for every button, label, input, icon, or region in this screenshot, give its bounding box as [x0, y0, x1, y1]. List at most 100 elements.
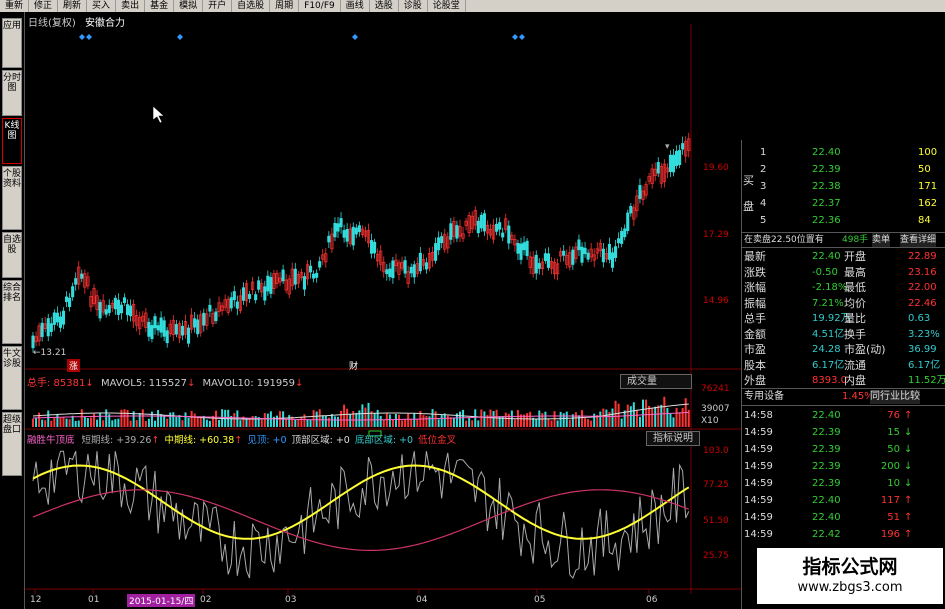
tab-apps[interactable]: 应用 [2, 18, 22, 68]
volume-bar [379, 415, 382, 427]
volume-bar [163, 415, 166, 427]
tab-ranking[interactable]: 综合排名 [2, 280, 22, 344]
view-detail-button[interactable]: 查看详细 [900, 233, 937, 247]
tab-kline[interactable]: K线图 [2, 118, 22, 164]
volume-bar [437, 419, 440, 427]
candle-body [52, 312, 56, 325]
volume-bar [413, 413, 416, 427]
chart-canvas[interactable] [25, 24, 741, 594]
candle-body [214, 311, 218, 322]
tab-peer-compare[interactable]: 同行业比较 [870, 390, 920, 404]
volume-bar [547, 418, 550, 427]
tab-watchlist[interactable]: 自选股 [2, 232, 22, 278]
volume-bar [669, 413, 672, 427]
tab-diagnosis[interactable]: 牛文诊股 [2, 346, 22, 410]
tag-zhang[interactable]: 涨 [67, 359, 81, 372]
volume-bar [309, 419, 312, 427]
volume-button[interactable]: 成交量 [620, 374, 692, 389]
menu-item[interactable]: 自选股 [232, 0, 271, 12]
volume-bar [364, 407, 367, 427]
stats-row: 最新 22.40 开盘 22.89 [742, 250, 945, 264]
order-status-vol: 498手 [842, 235, 869, 245]
volume-bar [416, 419, 419, 427]
volume-bar [577, 415, 580, 427]
volume-bar [358, 410, 361, 427]
order-level: 5 [760, 215, 767, 226]
tab-stock-info[interactable]: 个股资料 [2, 166, 22, 230]
candle-body [681, 143, 685, 150]
volume-bar [651, 407, 654, 427]
volume-bar [422, 415, 425, 427]
volume-bar [562, 413, 565, 427]
menu-item[interactable]: 周期 [270, 0, 300, 12]
volume-bar [233, 413, 236, 427]
indicator-help-button[interactable]: 指标说明 [646, 431, 700, 446]
menu-item[interactable]: 选股 [370, 0, 399, 12]
order-book-row[interactable]: 1 22.40 100 [742, 146, 945, 160]
stat-value: 6.17亿 [812, 359, 845, 371]
stats-row: 涨幅 -2.18% 最低 22.00 [742, 281, 945, 295]
indicator-name[interactable]: 融胜牛顶底 [27, 435, 75, 446]
watermark: 指标公式网 www.zbgs3.com [757, 548, 943, 604]
menu-bar: 重新 修正 刷新 买入 卖出 基金 模拟 开户 自选股 周期 F10/F9 画线 选股 诊股 论股堂 [0, 0, 945, 12]
tick-volume: 10 [887, 478, 900, 489]
volume-bar [333, 416, 336, 427]
volume-bar [556, 420, 559, 427]
candle-body [318, 261, 322, 268]
volume-bar [672, 417, 675, 427]
stats-row: 股本 6.17亿 流通 6.17亿 [742, 359, 945, 373]
indicator-tick: 103.0 [703, 446, 729, 456]
candle-body [562, 250, 566, 256]
watermark-url: www.zbgs3.com [797, 580, 903, 595]
tick-price: 22.39 [812, 444, 841, 455]
menu-item[interactable]: 修正 [29, 0, 59, 12]
candle-body [107, 305, 111, 313]
volume-bar [645, 399, 648, 427]
stat-value: 22.46 [908, 297, 937, 309]
indicator-top-zone: 顶部区域: +0 [291, 435, 350, 446]
stats-row: 市盈 24.28 市盈(动) 36.99 [742, 343, 945, 357]
volume-bar [285, 419, 288, 427]
volume-bar [568, 419, 571, 427]
volume-bar [35, 417, 38, 427]
menu-item[interactable]: 模拟 [174, 0, 204, 12]
tab-intraday[interactable]: 分时图 [2, 70, 22, 116]
menu-item[interactable]: 买入 [87, 0, 117, 12]
tab-industry[interactable]: 专用设备 [744, 390, 784, 404]
menu-item[interactable]: 开户 [203, 0, 233, 12]
menu-item[interactable]: 诊股 [399, 0, 428, 12]
stat-value: -0.50 [812, 266, 838, 278]
tick-price: 22.40 [812, 410, 841, 421]
sell-order-button[interactable]: 卖单 [872, 233, 891, 247]
volume-bar [581, 410, 583, 427]
menu-item[interactable]: 画线 [341, 0, 370, 12]
order-book-row[interactable]: 4 22.37 162 [742, 197, 945, 211]
arrow-up-icon: ↑ [904, 410, 913, 421]
candle-body [525, 240, 529, 257]
menu-item[interactable]: 重新 [0, 0, 30, 12]
stats-row: 总手 19.92万 量比 0.63 [742, 312, 945, 326]
order-book-row[interactable]: 5 22.36 84 [742, 214, 945, 228]
tab-super-board[interactable]: 超级盘口 [2, 412, 22, 476]
tick-time: 14:59 [744, 444, 773, 455]
candle-body [403, 260, 407, 274]
tick-volume: 200 [880, 461, 900, 472]
stat-key: 涨幅 [744, 281, 766, 294]
menu-item[interactable]: 刷新 [58, 0, 88, 12]
menu-item[interactable]: 卖出 [116, 0, 146, 12]
arrow-down-icon: ↓ [904, 478, 913, 489]
order-book-row[interactable]: 3 22.38 171 [742, 180, 945, 194]
volume-bar [388, 414, 391, 427]
volume-bar [80, 409, 83, 427]
candle-body [309, 265, 313, 273]
volume-bar [605, 409, 608, 427]
menu-item[interactable]: F10/F9 [299, 0, 341, 12]
candle-body [373, 241, 377, 254]
stat-key: 涨跌 [744, 265, 766, 279]
menu-item[interactable]: 基金 [145, 0, 175, 12]
stat-key: 开盘 [844, 250, 866, 263]
tag-cai[interactable]: 财 [349, 359, 358, 372]
menu-item[interactable]: 论股堂 [428, 0, 466, 12]
order-book-row[interactable]: 2 22.39 50 [742, 163, 945, 177]
volume-bar [71, 415, 74, 427]
